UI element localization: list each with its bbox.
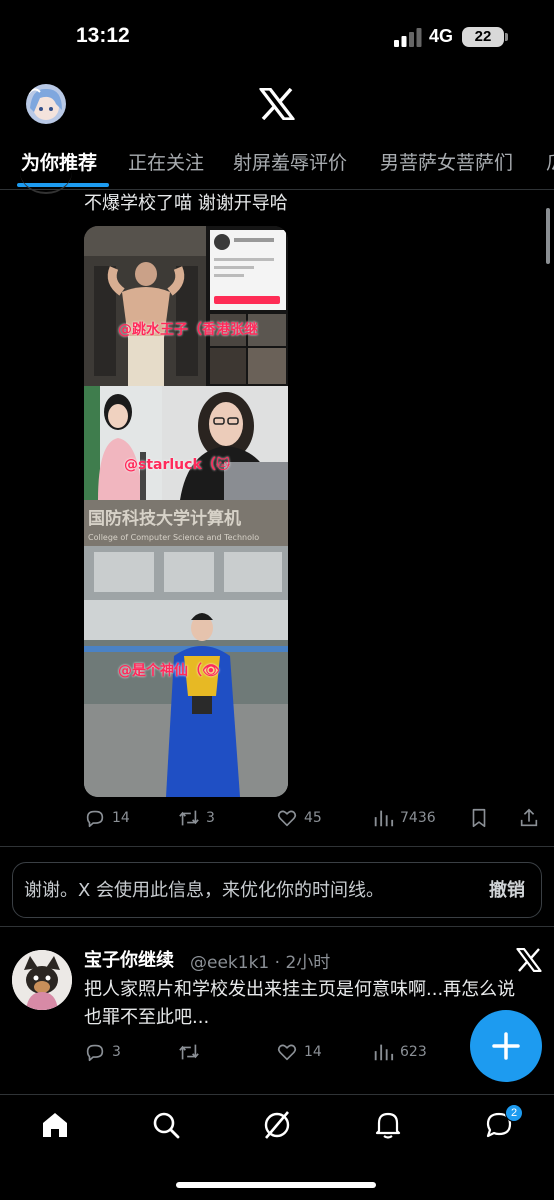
messages-badge: 2: [505, 1104, 523, 1122]
bookmark-button[interactable]: [468, 807, 490, 829]
bookmark-icon: [472, 808, 486, 828]
tweet-divider: [0, 926, 554, 927]
compose-button[interactable]: [470, 1010, 542, 1082]
network-type: 4G: [429, 26, 454, 46]
view-count: 623: [400, 1044, 427, 1060]
share-icon: [520, 808, 538, 827]
x-logo-icon[interactable]: [516, 948, 542, 972]
retweet-button[interactable]: [178, 1041, 200, 1063]
heart-icon: [277, 810, 297, 827]
tweet-media-collage: 国防科技大学计算机 College of Computer Science an…: [84, 226, 288, 797]
retweet-icon: [179, 1044, 199, 1060]
retweet-icon: [179, 810, 199, 826]
share-button[interactable]: [518, 807, 540, 829]
reply-icon: [86, 1044, 104, 1062]
reply-count: 14: [112, 810, 130, 826]
views-button[interactable]: 7436: [372, 807, 436, 829]
reply-button[interactable]: 3: [84, 1041, 121, 1063]
previous-tweet-avatar[interactable]: [20, 150, 72, 194]
undo-button[interactable]: 撤销: [489, 876, 525, 902]
search-icon[interactable]: [151, 1110, 181, 1140]
reply-button[interactable]: 14: [84, 807, 130, 829]
views-icon: [374, 810, 394, 827]
plus-icon: [492, 1032, 520, 1060]
like-count: 45: [304, 810, 322, 826]
home-icon[interactable]: [40, 1110, 70, 1140]
heart-icon: [277, 1044, 297, 1061]
reply-count: 3: [112, 1044, 121, 1060]
media-label-1: @跳水王子（香港张继: [118, 322, 258, 338]
tweet-text: 把人家照片和学校发出来挂主页是何意味啊...再怎么说也罪不至此吧...: [84, 979, 516, 1028]
home-indicator[interactable]: [176, 1182, 376, 1188]
view-count: 7436: [400, 810, 436, 826]
media-label-2: @starluck（🐱: [124, 457, 231, 473]
scrollbar[interactable]: [546, 208, 550, 264]
battery-cap: [505, 33, 508, 41]
retweet-button[interactable]: 3: [178, 807, 215, 829]
signal-icon: [394, 28, 422, 47]
tab-following[interactable]: 正在关注: [128, 148, 204, 175]
x-logo-icon[interactable]: [259, 88, 295, 120]
tweet-divider: [0, 846, 554, 847]
grok-icon[interactable]: [262, 1110, 292, 1140]
like-count: 14: [304, 1044, 322, 1060]
status-time: 13:12: [76, 24, 130, 47]
battery-level: 22: [462, 27, 504, 47]
reply-icon: [86, 810, 104, 828]
tab-list-1[interactable]: 射屏羞辱评价: [233, 148, 347, 175]
media-sign-subtext: College of Computer Science and Technolo: [88, 533, 259, 542]
like-button[interactable]: 14: [276, 1041, 322, 1063]
tweet-media[interactable]: 国防科技大学计算机 College of Computer Science an…: [84, 226, 288, 797]
feedback-text: 谢谢。X 会使用此信息，来优化你的时间线。: [24, 880, 385, 901]
tweet-author-name[interactable]: 宝子你继续: [84, 946, 174, 972]
media-sign-text: 国防科技大学计算机: [88, 508, 241, 529]
views-icon: [374, 1044, 394, 1061]
media-label-3: @是个神仙（👁: [118, 663, 220, 679]
profile-avatar[interactable]: [26, 84, 66, 124]
anime-avatar-icon: [26, 84, 66, 124]
tab-list-2[interactable]: 男菩萨女菩萨们: [380, 148, 513, 175]
notifications-icon[interactable]: [373, 1110, 403, 1140]
dog-avatar-icon: [12, 950, 72, 1010]
tweet-author-handle[interactable]: @eek1k1 · 2小时: [190, 948, 330, 973]
like-button[interactable]: 45: [276, 807, 322, 829]
views-button[interactable]: 623: [372, 1041, 427, 1063]
tweet-text: 不爆学校了喵 谢谢开导哈: [84, 193, 288, 214]
tweet-author-avatar[interactable]: [12, 950, 72, 1010]
retweet-count: 3: [206, 810, 215, 826]
tab-list-3[interactable]: 瓜: [546, 148, 554, 175]
